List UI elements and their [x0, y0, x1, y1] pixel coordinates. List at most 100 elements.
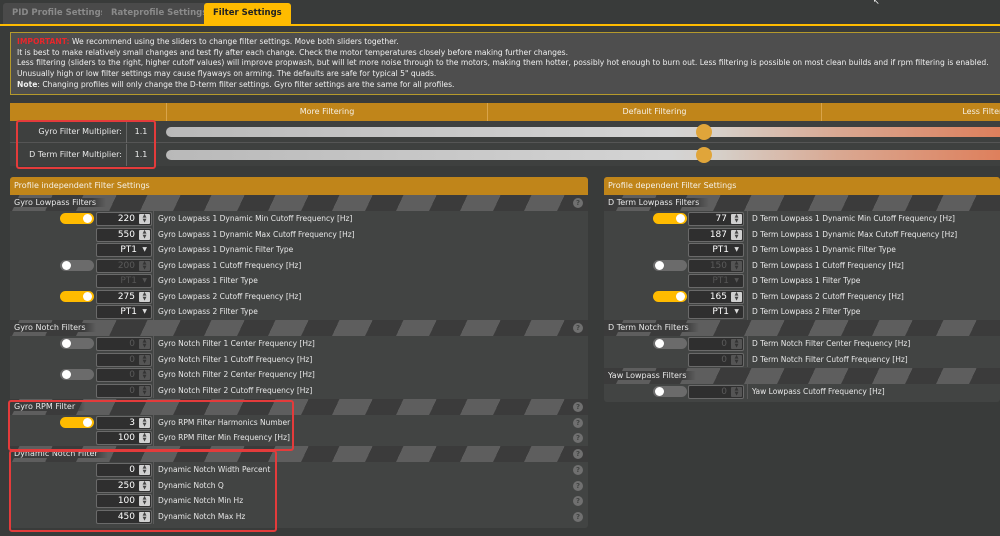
filter-type-select[interactable]: PT1 ▼ [688, 305, 744, 319]
spinner-arrows-icon[interactable]: ▲ ▼ [139, 291, 150, 302]
selected-value: PT1 [712, 276, 729, 286]
value-input[interactable]: 250 ▲ ▼ [96, 478, 152, 493]
enable-toggle[interactable] [60, 338, 94, 349]
value-input[interactable]: 275 ▲ ▼ [96, 289, 152, 304]
gyro-multiplier-slider[interactable] [166, 124, 1000, 140]
help-icon[interactable]: ? [573, 323, 583, 333]
spinner-arrows-icon[interactable]: ▲ ▼ [139, 229, 150, 240]
value-input[interactable]: 0 ▲ ▼ [96, 352, 152, 367]
value-input[interactable]: 187 ▲ ▼ [688, 227, 744, 242]
input-value: 100 [117, 496, 135, 506]
spinner-arrows-icon[interactable]: ▲ ▼ [139, 496, 150, 506]
spinner-arrows-icon[interactable]: ▲ ▼ [139, 465, 150, 475]
enable-toggle[interactable] [60, 213, 94, 224]
setting-label: D Term Lowpass 1 Dynamic Min Cutoff Freq… [752, 214, 955, 223]
setting-row-gyro-rpm-filter-min-frequency-hz: 100 ▲ ▼ Gyro RPM Filter Min Frequency [Hz]? [10, 430, 588, 446]
help-icon[interactable]: ? [573, 480, 583, 491]
value-input[interactable]: 0 ▲ ▼ [96, 337, 152, 351]
value-input[interactable]: 450 ▲ ▼ [96, 509, 152, 524]
spinner-arrows-icon[interactable]: ▲ ▼ [731, 291, 742, 302]
tab-filter-settings[interactable]: Filter Settings [204, 3, 291, 25]
help-icon[interactable]: ? [573, 417, 583, 428]
filter-type-select[interactable]: PT1 ▼ [688, 243, 744, 257]
filter-type-select[interactable]: PT1 ▼ [96, 274, 152, 288]
value-input[interactable]: 0 ▲ ▼ [688, 337, 744, 351]
help-icon[interactable]: ? [573, 401, 583, 412]
more-filtering-label: More Filtering [166, 103, 487, 121]
help-icon[interactable]: ? [573, 449, 583, 459]
enable-toggle[interactable] [653, 385, 687, 397]
spinner-arrows-icon[interactable]: ▲ ▼ [731, 339, 742, 349]
toggle-knob [676, 214, 685, 223]
enable-toggle[interactable] [653, 290, 687, 302]
spinner-arrows-icon[interactable]: ▲ ▼ [731, 229, 742, 240]
slider-thumb[interactable] [695, 147, 712, 163]
value-input[interactable]: 0 ▲ ▼ [96, 463, 152, 477]
spinner-arrows-icon[interactable]: ▲ ▼ [731, 214, 742, 224]
value-input[interactable]: 0 ▲ ▼ [688, 352, 744, 367]
spinner-arrows-icon[interactable]: ▲ ▼ [139, 433, 150, 443]
setting-row-gyro-lowpass-1-dynamic-filter-type: PT1 ▼ Gyro Lowpass 1 Dynamic Filter Type [10, 242, 588, 258]
enable-toggle[interactable] [60, 290, 94, 302]
setting-label: D Term Lowpass 1 Filter Type [752, 276, 861, 285]
value-input[interactable]: 0 ▲ ▼ [96, 368, 152, 382]
setting-label: Gyro Notch Filter 2 Cutoff Frequency [Hz… [158, 385, 313, 395]
setting-row-dynamic-notch-q: 250 ▲ ▼ Dynamic Notch Q? [10, 478, 588, 494]
toggle-knob [62, 339, 71, 348]
enable-toggle[interactable] [653, 213, 687, 224]
input-value: 200 [117, 260, 135, 271]
value-input[interactable]: 150 ▲ ▼ [688, 258, 744, 273]
filter-type-select[interactable]: PT1 ▼ [96, 243, 152, 257]
toggle-knob [655, 260, 664, 270]
slider-thumb[interactable] [695, 124, 712, 140]
spinner-arrows-icon[interactable]: ▲ ▼ [139, 339, 150, 349]
value-input[interactable]: 3 ▲ ▼ [96, 415, 152, 430]
section-title: D Term Lowpass Filters [608, 198, 710, 207]
selected-value: PT1 [120, 245, 137, 255]
help-icon[interactable]: ? [573, 496, 583, 506]
spinner-arrows-icon[interactable]: ▲ ▼ [139, 480, 150, 491]
dterm-multiplier-slider[interactable] [166, 147, 1000, 163]
value-input[interactable]: 200 ▲ ▼ [96, 258, 152, 273]
help-icon[interactable]: ? [573, 511, 583, 522]
tab-pid-profile-settings[interactable]: PID Profile Settings [3, 3, 115, 24]
value-input[interactable]: 165 ▲ ▼ [688, 289, 744, 304]
spinner-arrows-icon[interactable]: ▲ ▼ [139, 370, 150, 380]
spinner-arrows-icon[interactable]: ▲ ▼ [731, 260, 742, 271]
tab-rateprofile-settings[interactable]: Rateprofile Settings [102, 3, 217, 24]
enable-toggle[interactable] [60, 259, 94, 271]
section-title: Gyro Lowpass Filters [14, 198, 107, 207]
value-input[interactable]: 0 ▲ ▼ [688, 384, 744, 399]
spinner-arrows-icon[interactable]: ▲ ▼ [139, 354, 150, 365]
spinner-arrows-icon[interactable]: ▲ ▼ [139, 511, 150, 522]
value-input[interactable]: 0 ▲ ▼ [96, 383, 152, 398]
enable-toggle[interactable] [60, 416, 94, 428]
help-icon[interactable]: ? [573, 433, 583, 443]
enable-toggle[interactable] [653, 259, 687, 271]
value-input[interactable]: 100 ▲ ▼ [96, 494, 152, 508]
value-input[interactable]: 77 ▲ ▼ [688, 212, 744, 226]
enable-toggle[interactable] [60, 369, 94, 380]
spinner-arrows-icon[interactable]: ▲ ▼ [139, 385, 150, 396]
filter-type-select[interactable]: PT1 ▼ [96, 305, 152, 319]
setting-label: Gyro Lowpass 2 Filter Type [158, 307, 258, 316]
value-input[interactable]: 220 ▲ ▼ [96, 212, 152, 226]
value-input[interactable]: 550 ▲ ▼ [96, 227, 152, 242]
spinner-arrows-icon[interactable]: ▲ ▼ [139, 417, 150, 428]
setting-label: Gyro RPM Filter Harmonics Number [158, 417, 291, 427]
section-header-gyro-lowpass-filters: Gyro Lowpass Filters? [10, 195, 588, 211]
enable-toggle[interactable] [653, 338, 687, 349]
spinner-arrows-icon[interactable]: ▲ ▼ [731, 386, 742, 397]
filter-type-select[interactable]: PT1 ▼ [688, 274, 744, 288]
value-input[interactable]: 100 ▲ ▼ [96, 431, 152, 445]
help-icon[interactable]: ? [573, 198, 583, 208]
spinner-arrows-icon[interactable]: ▲ ▼ [139, 260, 150, 271]
notice-line: Unusually high or low filter settings ma… [17, 69, 437, 79]
spinner-arrows-icon[interactable]: ▲ ▼ [731, 354, 742, 365]
warning-notice: IMPORTANT: We recommend using the slider… [10, 32, 1000, 95]
help-icon[interactable]: ? [573, 465, 583, 475]
input-value: 150 [709, 260, 727, 271]
default-filtering-label: Default Filtering [487, 103, 821, 121]
spinner-arrows-icon[interactable]: ▲ ▼ [139, 214, 150, 224]
setting-row-d-term-lowpass-1-dynamic-filter-type: PT1 ▼ D Term Lowpass 1 Dynamic Filter Type [604, 242, 1000, 258]
